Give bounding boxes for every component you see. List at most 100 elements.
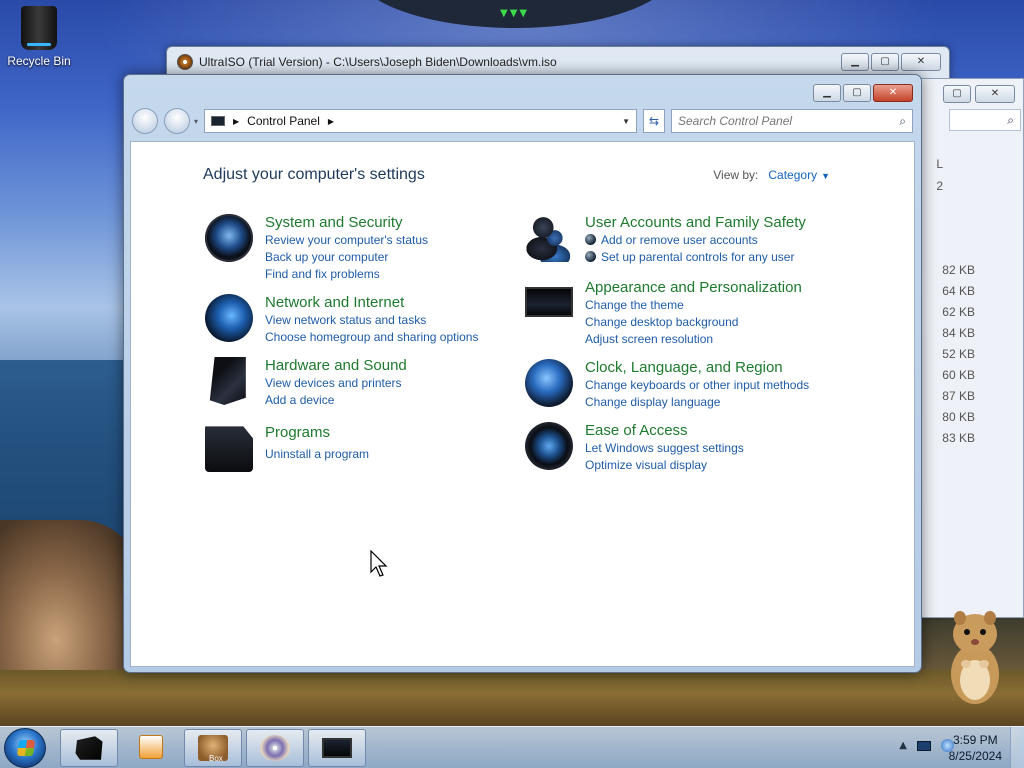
search-box[interactable]: ⌕ — [671, 109, 913, 133]
category-title[interactable]: Appearance and Personalization — [585, 279, 802, 297]
category-link[interactable]: View devices and printers — [265, 375, 407, 392]
show-desktop-button[interactable] — [1010, 727, 1024, 768]
close-button[interactable]: ✕ — [901, 53, 941, 71]
desktop-grass — [0, 670, 1024, 730]
category-ease-of-access: Ease of Access Let Windows suggest setti… — [525, 422, 744, 474]
network-icon[interactable] — [917, 740, 931, 751]
clock-date: 8/25/2024 — [948, 749, 1002, 763]
category-link[interactable]: Choose homegroup and sharing options — [265, 329, 478, 346]
category-title[interactable]: Clock, Language, and Region — [585, 359, 809, 377]
control-panel-window-controls: ▁ ▢ ✕ — [813, 84, 913, 102]
size-cell: 52 KB — [942, 347, 975, 361]
ultraiso-titlebar[interactable]: UltraISO (Trial Version) - C:\Users\Jose… — [167, 47, 949, 77]
category-link[interactable]: Change keyboards or other input methods — [585, 377, 809, 394]
category-link[interactable]: Review your computer's status — [265, 232, 428, 249]
category-link[interactable]: Adjust screen resolution — [585, 331, 802, 348]
taskbar-app-box[interactable]: Box — [184, 729, 242, 767]
minimize-button[interactable]: ▁ — [841, 53, 869, 71]
address-dropdown-icon[interactable]: ▼ — [622, 117, 630, 126]
category-title[interactable]: System and Security — [265, 214, 428, 232]
minimize-button[interactable]: ▁ — [813, 84, 841, 102]
maximize-button[interactable]: ▢ — [843, 84, 871, 102]
category-title[interactable]: Ease of Access — [585, 422, 744, 440]
category-link[interactable]: Let Windows suggest settings — [585, 440, 744, 457]
taskbar-app-control-panel[interactable] — [308, 729, 366, 767]
category-link[interactable]: Change desktop background — [585, 314, 802, 331]
recent-pages-dropdown[interactable]: ▾ — [194, 117, 198, 126]
ultraiso-window-controls: ▁ ▢ ✕ — [841, 53, 941, 71]
category-link[interactable]: Change display language — [585, 394, 809, 411]
show-hidden-icons-icon[interactable]: ▲ — [899, 740, 907, 751]
recycle-bin-icon — [21, 6, 57, 50]
breadcrumb-control-panel[interactable]: Control Panel — [247, 114, 320, 128]
refresh-button[interactable]: ⇆ — [643, 109, 665, 133]
size-cell: 82 KB — [942, 263, 975, 277]
network-globe-icon[interactable] — [205, 294, 253, 342]
taskbar-app-explorer[interactable] — [60, 729, 118, 767]
taskbar: Box ▲ 3:59 PM 8/25/2024 — [0, 726, 1024, 768]
breadcrumb-chevron-icon[interactable]: ▶ — [233, 117, 239, 126]
category-link[interactable]: Add a device — [265, 392, 407, 409]
system-tray: ▲ — [899, 739, 954, 752]
category-system-security: System and Security Review your computer… — [205, 214, 428, 283]
box-label: Box — [209, 754, 223, 763]
size-cell: 62 KB — [942, 305, 975, 319]
category-title[interactable]: Programs — [265, 424, 369, 442]
size-cell: 64 KB — [942, 284, 975, 298]
search-icon[interactable]: ⌕ — [899, 114, 906, 129]
taskbar-app-ultraiso[interactable] — [246, 729, 304, 767]
category-user-accounts: User Accounts and Family Safety Add or r… — [525, 214, 806, 266]
category-link[interactable]: Set up parental controls for any user — [585, 249, 806, 266]
category-link[interactable]: Find and fix problems — [265, 266, 428, 283]
ease-of-access-icon[interactable] — [525, 422, 573, 470]
control-panel-window[interactable]: ▁ ▢ ✕ ▾ ▶ Control Panel ▶ ▼ ⇆ ⌕ Adjust y… — [123, 74, 922, 673]
search-icon: ⌕ — [1007, 113, 1014, 127]
category-appearance: Appearance and Personalization Change th… — [525, 279, 802, 348]
monitor-icon — [322, 738, 352, 758]
category-clock-language: Clock, Language, and Region Change keybo… — [525, 359, 809, 411]
category-link[interactable]: Uninstall a program — [265, 446, 369, 463]
size-cell: 60 KB — [942, 368, 975, 382]
forward-button[interactable] — [164, 108, 190, 134]
maximize-button[interactable]: ▢ — [943, 85, 971, 103]
close-button[interactable]: ✕ — [873, 84, 913, 102]
size-cell: 83 KB — [942, 431, 975, 445]
control-panel-icon — [211, 116, 226, 126]
category-link[interactable]: Change the theme — [585, 297, 802, 314]
recycle-bin[interactable]: Recycle Bin — [6, 4, 72, 68]
breadcrumb-chevron-icon[interactable]: ▶ — [328, 117, 334, 126]
control-panel-content: Adjust your computer's settings View by:… — [130, 141, 915, 667]
users-icon[interactable] — [525, 214, 573, 262]
address-bar[interactable]: ▶ Control Panel ▶ ▼ — [204, 109, 637, 133]
back-button[interactable] — [132, 108, 158, 134]
close-button[interactable]: ✕ — [975, 85, 1015, 103]
hamster-gadget[interactable] — [942, 604, 1008, 706]
programs-icon[interactable] — [205, 426, 253, 472]
chevron-down-icon[interactable]: ▼ — [821, 171, 830, 181]
taskbar-clock[interactable]: 3:59 PM 8/25/2024 — [949, 732, 1002, 764]
search-input[interactable] — [678, 114, 900, 128]
view-by: View by: Category ▼ — [713, 168, 830, 182]
view-by-dropdown[interactable]: Category — [768, 168, 817, 182]
category-link[interactable]: Optimize visual display — [585, 457, 744, 474]
start-button[interactable] — [4, 728, 46, 768]
category-title[interactable]: User Accounts and Family Safety — [585, 214, 806, 232]
category-link[interactable]: View network status and tasks — [265, 312, 478, 329]
security-shield-icon[interactable] — [205, 214, 253, 262]
category-link[interactable]: Back up your computer — [265, 249, 428, 266]
explorer-search-box[interactable]: ⌕ — [949, 109, 1021, 131]
category-link[interactable]: Add or remove user accounts — [585, 232, 806, 249]
printer-speaker-icon[interactable] — [209, 357, 246, 405]
taskbar-app-media[interactable] — [122, 729, 180, 767]
desktop-gadget-top: ▼▼▼ — [355, 0, 675, 28]
category-hardware-sound: Hardware and Sound View devices and prin… — [205, 357, 407, 409]
category-title[interactable]: Network and Internet — [265, 294, 478, 312]
monitor-icon[interactable] — [525, 287, 573, 317]
clock-globe-icon[interactable] — [525, 359, 573, 407]
explorer-window-controls: ▢ ✕ — [943, 85, 1015, 103]
category-title[interactable]: Hardware and Sound — [265, 357, 407, 375]
maximize-button[interactable]: ▢ — [871, 53, 899, 71]
recycle-bin-label: Recycle Bin — [7, 54, 71, 68]
clock-time: 3:59 PM — [952, 733, 998, 747]
explorer-window-partial[interactable]: ▢ ✕ ⌕ L 2 82 KB 64 KB 62 KB 84 KB 52 KB … — [918, 78, 1024, 618]
